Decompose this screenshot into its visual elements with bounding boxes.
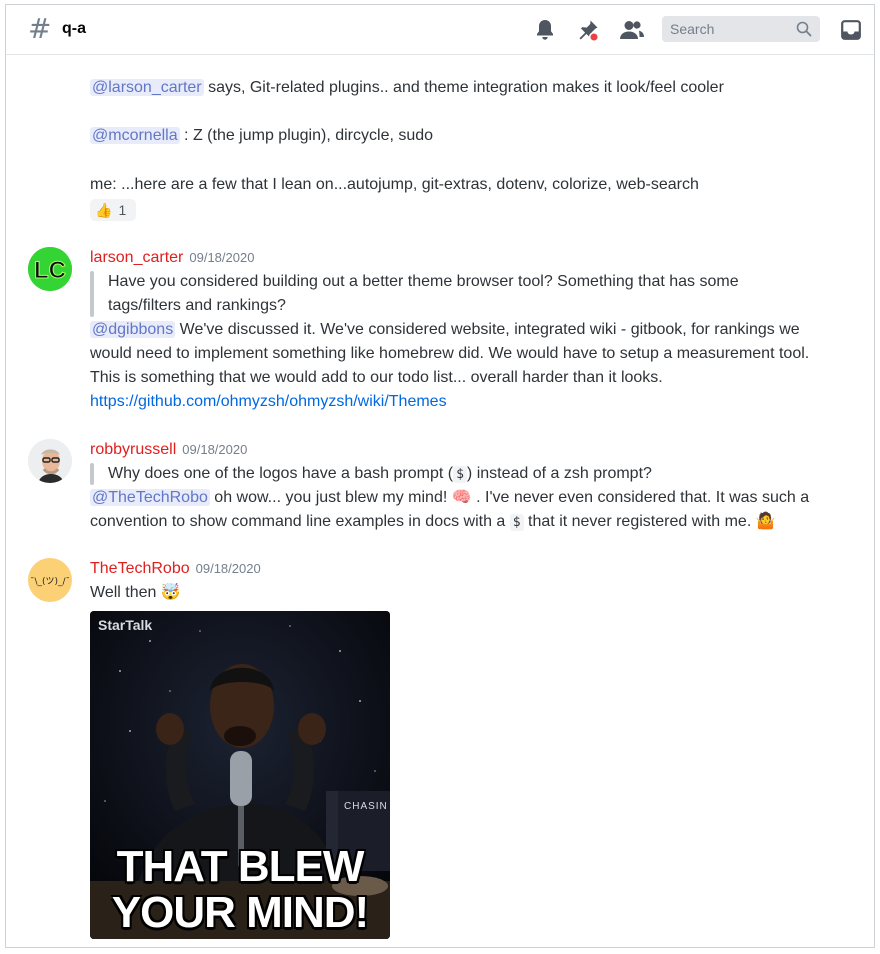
message-line: @TheTechRobo oh wow... you just blew my … bbox=[90, 487, 809, 509]
brain-emoji: 🧠 bbox=[451, 489, 472, 506]
avatar[interactable]: ¯\_(ツ)_/¯ bbox=[28, 558, 72, 602]
shrug-emoji: 🤷 bbox=[755, 513, 776, 530]
reaction-count: 1 bbox=[118, 202, 127, 218]
member-list-button[interactable] bbox=[619, 17, 645, 43]
gif-caption-line2: YOUR MIND! bbox=[111, 888, 369, 937]
quote-bar bbox=[90, 271, 94, 317]
avatar-lc-image: LC bbox=[28, 247, 72, 291]
message-line: This is something that we would add to o… bbox=[90, 369, 663, 386]
search-input[interactable] bbox=[670, 21, 790, 37]
members-icon bbox=[620, 21, 644, 39]
avatar-shrug-text: ¯\_(ツ)_/¯ bbox=[29, 576, 71, 587]
thumbs-up-icon: 👍 bbox=[95, 201, 113, 218]
quote-text: Why does one of the logos have a bash pr… bbox=[108, 465, 454, 482]
user-mention[interactable]: @mcornella bbox=[90, 127, 180, 144]
quote-line: Why does one of the logos have a bash pr… bbox=[108, 463, 652, 486]
author-name[interactable]: robbyrussell bbox=[90, 441, 176, 458]
message-text: We've discussed it. We've considered web… bbox=[175, 321, 800, 338]
user-mention[interactable]: @dgibbons bbox=[90, 321, 176, 338]
message-line: @larson_carter says, Git-related plugins… bbox=[90, 77, 724, 99]
gif-embed[interactable]: StarTalk CHASIN THAT BLEW YOUR MIND! bbox=[90, 611, 390, 939]
avatar[interactable] bbox=[28, 439, 72, 483]
notification-bell-button[interactable] bbox=[532, 17, 558, 43]
message-line: Well then 🤯 bbox=[90, 582, 181, 604]
svg-text:LC: LC bbox=[34, 257, 66, 284]
inline-code: $ bbox=[509, 514, 524, 531]
bell-icon bbox=[537, 20, 553, 40]
user-mention[interactable]: @TheTechRobo bbox=[90, 489, 210, 506]
message-header: larson_carter 09/18/2020 bbox=[90, 247, 254, 269]
message-line: @dgibbons We've discussed it. We've cons… bbox=[90, 319, 800, 341]
author-name[interactable]: TheTechRobo bbox=[90, 560, 190, 577]
quote-line: Have you considered building out a bette… bbox=[108, 273, 739, 290]
inbox-button[interactable] bbox=[838, 17, 864, 43]
avatar[interactable]: LC bbox=[28, 247, 72, 291]
pin-icon bbox=[579, 20, 600, 42]
message-line: would need to implement something like h… bbox=[90, 345, 810, 362]
message-text: . I've never even considered that. It wa… bbox=[471, 489, 810, 506]
message-line: https://github.com/ohmyzsh/ohmyzsh/wiki/… bbox=[90, 391, 447, 413]
gif-caption-line1: THAT BLEW bbox=[116, 842, 365, 891]
timestamp: 09/18/2020 bbox=[189, 250, 255, 265]
message-text: convention to show command line examples… bbox=[90, 513, 510, 530]
pinned-messages-button[interactable] bbox=[575, 17, 601, 43]
hashtag-icon: # bbox=[28, 12, 52, 45]
chat-window: # q-a Search @larson_carter says, Git-re… bbox=[5, 4, 875, 948]
inbox-icon bbox=[841, 20, 861, 40]
quote-line: tags/filters and rankings? bbox=[108, 297, 286, 314]
inline-code: $ bbox=[453, 466, 467, 483]
mind-blown-emoji: 🤯 bbox=[160, 584, 181, 601]
gif-brand-logo: StarTalk bbox=[98, 617, 153, 633]
avatar-robbyrussell-image bbox=[28, 439, 72, 483]
quote-text: ) instead of a zsh prompt? bbox=[466, 465, 652, 482]
gif-book-title: CHASIN bbox=[344, 801, 388, 812]
message-text: that it never registered with me. bbox=[523, 513, 756, 530]
message-line: @mcornella : Z (the jump plugin), dircyc… bbox=[90, 125, 433, 147]
author-name[interactable]: larson_carter bbox=[90, 249, 183, 266]
channel-name: q-a bbox=[62, 20, 86, 37]
message-text: Well then bbox=[90, 584, 161, 601]
message-header: robbyrussell 09/18/2020 bbox=[90, 439, 247, 461]
search-icon bbox=[796, 21, 812, 37]
message-line: me: ...here are a few that I lean on...a… bbox=[90, 176, 699, 193]
themes-wiki-link[interactable]: https://github.com/ohmyzsh/ohmyzsh/wiki/… bbox=[90, 393, 447, 410]
timestamp: 09/18/2020 bbox=[182, 442, 248, 457]
search-box[interactable] bbox=[662, 16, 820, 42]
reaction-thumbs-up[interactable]: 👍 1 bbox=[90, 199, 136, 221]
quote-bar bbox=[90, 463, 94, 485]
user-mention[interactable]: @larson_carter bbox=[90, 79, 204, 96]
message-text: says, Git-related plugins.. and theme in… bbox=[203, 79, 724, 96]
message-text: : Z (the jump plugin), dircycle, sudo bbox=[179, 127, 434, 144]
channel-header: # q-a bbox=[6, 5, 874, 55]
message-line: convention to show command line examples… bbox=[90, 511, 776, 534]
message-text: oh wow... you just blew my mind! bbox=[209, 489, 452, 506]
timestamp: 09/18/2020 bbox=[195, 561, 261, 576]
message-header: TheTechRobo 09/18/2020 bbox=[90, 558, 261, 580]
